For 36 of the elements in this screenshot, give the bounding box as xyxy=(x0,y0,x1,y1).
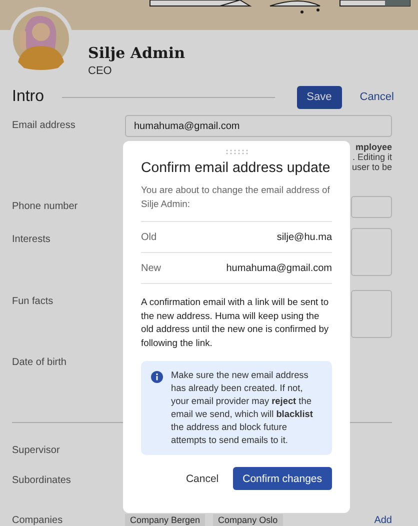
section-title: Intro xyxy=(12,88,44,106)
input-field[interactable] xyxy=(351,196,392,218)
avatar xyxy=(8,6,74,72)
field-label: Interests xyxy=(12,233,52,245)
info-icon xyxy=(151,371,163,383)
field-label: Companies xyxy=(12,514,64,526)
field-label: Fun facts xyxy=(12,295,54,307)
field-label: Date of birth xyxy=(12,356,68,368)
row-label: New xyxy=(141,262,162,274)
cancel-button[interactable]: Cancel xyxy=(184,472,221,484)
user-role: CEO xyxy=(88,65,113,77)
text-area[interactable] xyxy=(351,290,392,338)
row-value: humahuma@gmail.com xyxy=(226,262,332,274)
cancel-button[interactable]: Cancel xyxy=(350,91,394,103)
helper-text: user to be xyxy=(352,162,392,172)
save-button[interactable]: Save xyxy=(296,86,342,108)
company-tag: Company Oslo xyxy=(213,514,283,526)
user-name: Silje Admin xyxy=(88,44,186,62)
helper-text: . Editing it xyxy=(352,152,392,162)
row-value: silje@hu.ma xyxy=(276,232,332,242)
helper-text: mployee xyxy=(355,142,392,152)
dialog-title: Confirm email address update xyxy=(141,159,332,178)
row-label: Old xyxy=(141,232,157,242)
drag-handle-icon[interactable] xyxy=(224,149,248,155)
field-label: Supervisor xyxy=(12,445,61,456)
dialog-intro: You are about to change the email address of Silje Admin: xyxy=(141,183,332,222)
confirm-button[interactable]: Confirm changes xyxy=(232,467,332,490)
company-tag: Company Bergen xyxy=(125,514,206,526)
text-area[interactable] xyxy=(351,228,392,276)
field-label: Phone number xyxy=(12,200,79,212)
field-label: Subordinates xyxy=(12,475,72,486)
input-field[interactable]: humahuma@gmail.com xyxy=(125,115,392,137)
add-button[interactable]: Add xyxy=(364,514,392,526)
dialog-message: A confirmation email with a link will be sent to the new address. Huma will keep using the old address until the new one is confirmed by following the link. xyxy=(141,295,330,349)
notice-text: Make sure the new email address has already been created. If not, your email provider may reject the email we send, which will blacklist the address and block future attempts to send emails to it. xyxy=(171,369,314,447)
field-label: Email address xyxy=(12,119,76,131)
